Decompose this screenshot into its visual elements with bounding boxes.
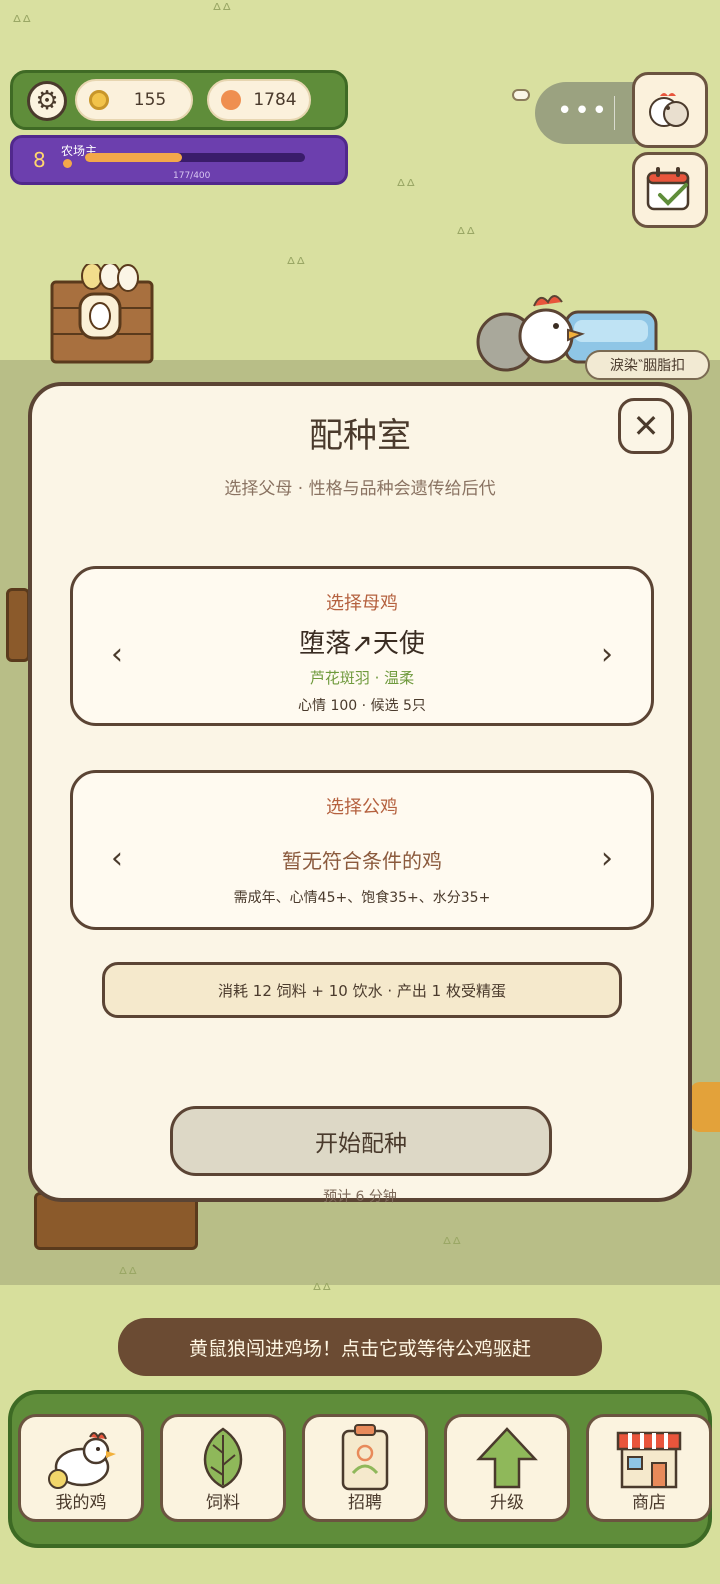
top-hud: ⚙ 155 1784 — [10, 70, 348, 130]
start-breeding-button[interactable]: 开始配种 — [170, 1106, 552, 1176]
egg-crate-icon[interactable] — [48, 264, 156, 368]
hen-traits: 芦花斑羽 · 温柔 — [309, 669, 415, 687]
hen-selector-label: 选择母鸡 — [326, 593, 398, 614]
grass-decor: ᐞᐞ — [396, 176, 416, 197]
gem-value: 1784 — [253, 90, 297, 110]
coin-counter[interactable]: 155 — [75, 79, 193, 121]
chicken-avatar-button[interactable] — [632, 72, 708, 148]
gem-counter[interactable]: 1784 — [207, 79, 311, 121]
rooster-selector-card: 选择公鸡 ‹ 暂无符合条件的鸡 › 需成年、心情45+、饱食35+、水分35+ — [70, 770, 654, 930]
coin-icon — [89, 90, 109, 110]
nav-feed[interactable]: 饲料 — [160, 1414, 286, 1522]
hen-selector-card: 选择母鸡 ‹ 堕落↗天使 › 芦花斑羽 · 温柔 心情 100 · 候选 5只 — [70, 566, 654, 726]
xp-track — [85, 153, 305, 162]
nav-label: 饲料 — [206, 1493, 240, 1513]
rooster-requirements: 需成年、心情45+、饱食35+、水分35+ — [233, 890, 491, 906]
level-knob — [63, 159, 72, 168]
hen-name: 堕落↗天使 — [299, 629, 425, 659]
nav-label: 招聘 — [348, 1493, 382, 1513]
nav-upgrade[interactable]: 升级 — [444, 1414, 570, 1522]
breeding-eta: 预计 6 分钟 — [323, 1189, 397, 1205]
grass-decor: ᐞᐞ — [286, 254, 306, 275]
level-bar[interactable]: 8 农场主 177/400 — [10, 135, 348, 185]
grass-decor: ᐞᐞ — [312, 1280, 332, 1301]
grass-decor: ᐞᐞ — [212, 0, 232, 21]
chicken-icon — [48, 1432, 116, 1489]
nav-recruit[interactable]: 招聘 — [302, 1414, 428, 1522]
daily-checkin-button[interactable] — [632, 152, 708, 228]
gem-icon — [221, 90, 241, 110]
shop-icon — [616, 1431, 682, 1489]
level-number: 8 — [33, 148, 46, 172]
capsule-divider — [614, 96, 615, 130]
rooster-empty-text: 暂无符合条件的鸡 — [282, 849, 442, 873]
chicken-name-tag[interactable]: 淚染‶胭脂扣 — [585, 350, 710, 380]
bottom-nav: 我的鸡 饲料 招聘 升级 商店 — [8, 1390, 712, 1548]
nav-label: 我的鸡 — [55, 1493, 107, 1513]
nav-my-chickens[interactable]: 我的鸡 — [18, 1414, 144, 1522]
rooster-next-arrow-icon[interactable]: › — [601, 841, 613, 876]
grass-decor: ᐞᐞ — [442, 1234, 462, 1255]
weasel-decor[interactable] — [690, 1082, 720, 1132]
more-dots-icon[interactable]: ••• — [557, 96, 609, 126]
coin-value: 155 — [133, 90, 167, 110]
xp-fill — [85, 153, 183, 162]
calendar-check-icon — [646, 167, 690, 211]
close-button[interactable]: ✕ — [618, 398, 674, 454]
nav-label: 升级 — [490, 1493, 524, 1513]
up-arrow-icon — [476, 1427, 538, 1489]
crate-decor — [6, 588, 30, 662]
weasel-alert-banner[interactable]: 黄鼠狼闯进鸡场！点击它或等待公鸡驱赶 — [118, 1318, 602, 1376]
breeding-room-modal: 配种室 ✕ 选择父母 · 性格与品种会遗传给后代 选择母鸡 ‹ 堕落↗天使 › … — [28, 382, 692, 1205]
breeding-cost-info: 消耗 12 饲料 + 10 饮水 · 产出 1 枚受精蛋 — [102, 962, 622, 1018]
rooster-selector-label: 选择公鸡 — [326, 797, 398, 818]
grass-decor: ᐞᐞ — [118, 1264, 138, 1285]
modal-title: 配种室 — [309, 416, 411, 456]
settings-gear-icon[interactable]: ⚙ — [27, 81, 67, 121]
xp-text: 177/400 — [173, 171, 211, 181]
nav-label: 商店 — [632, 1493, 666, 1513]
grass-decor: ᐞᐞ — [456, 224, 476, 245]
grass-decor: ᐞᐞ — [12, 12, 32, 33]
leaf-icon — [203, 1427, 243, 1489]
hen-stats: 心情 100 · 候选 5只 — [298, 698, 426, 714]
badge-icon — [341, 1424, 389, 1491]
modal-subtitle: 选择父母 · 性格与品种会遗传给后代 — [224, 479, 496, 499]
chicken-flock-icon — [649, 93, 689, 127]
nav-shop[interactable]: 商店 — [586, 1414, 712, 1522]
cloud-decor — [512, 89, 530, 101]
